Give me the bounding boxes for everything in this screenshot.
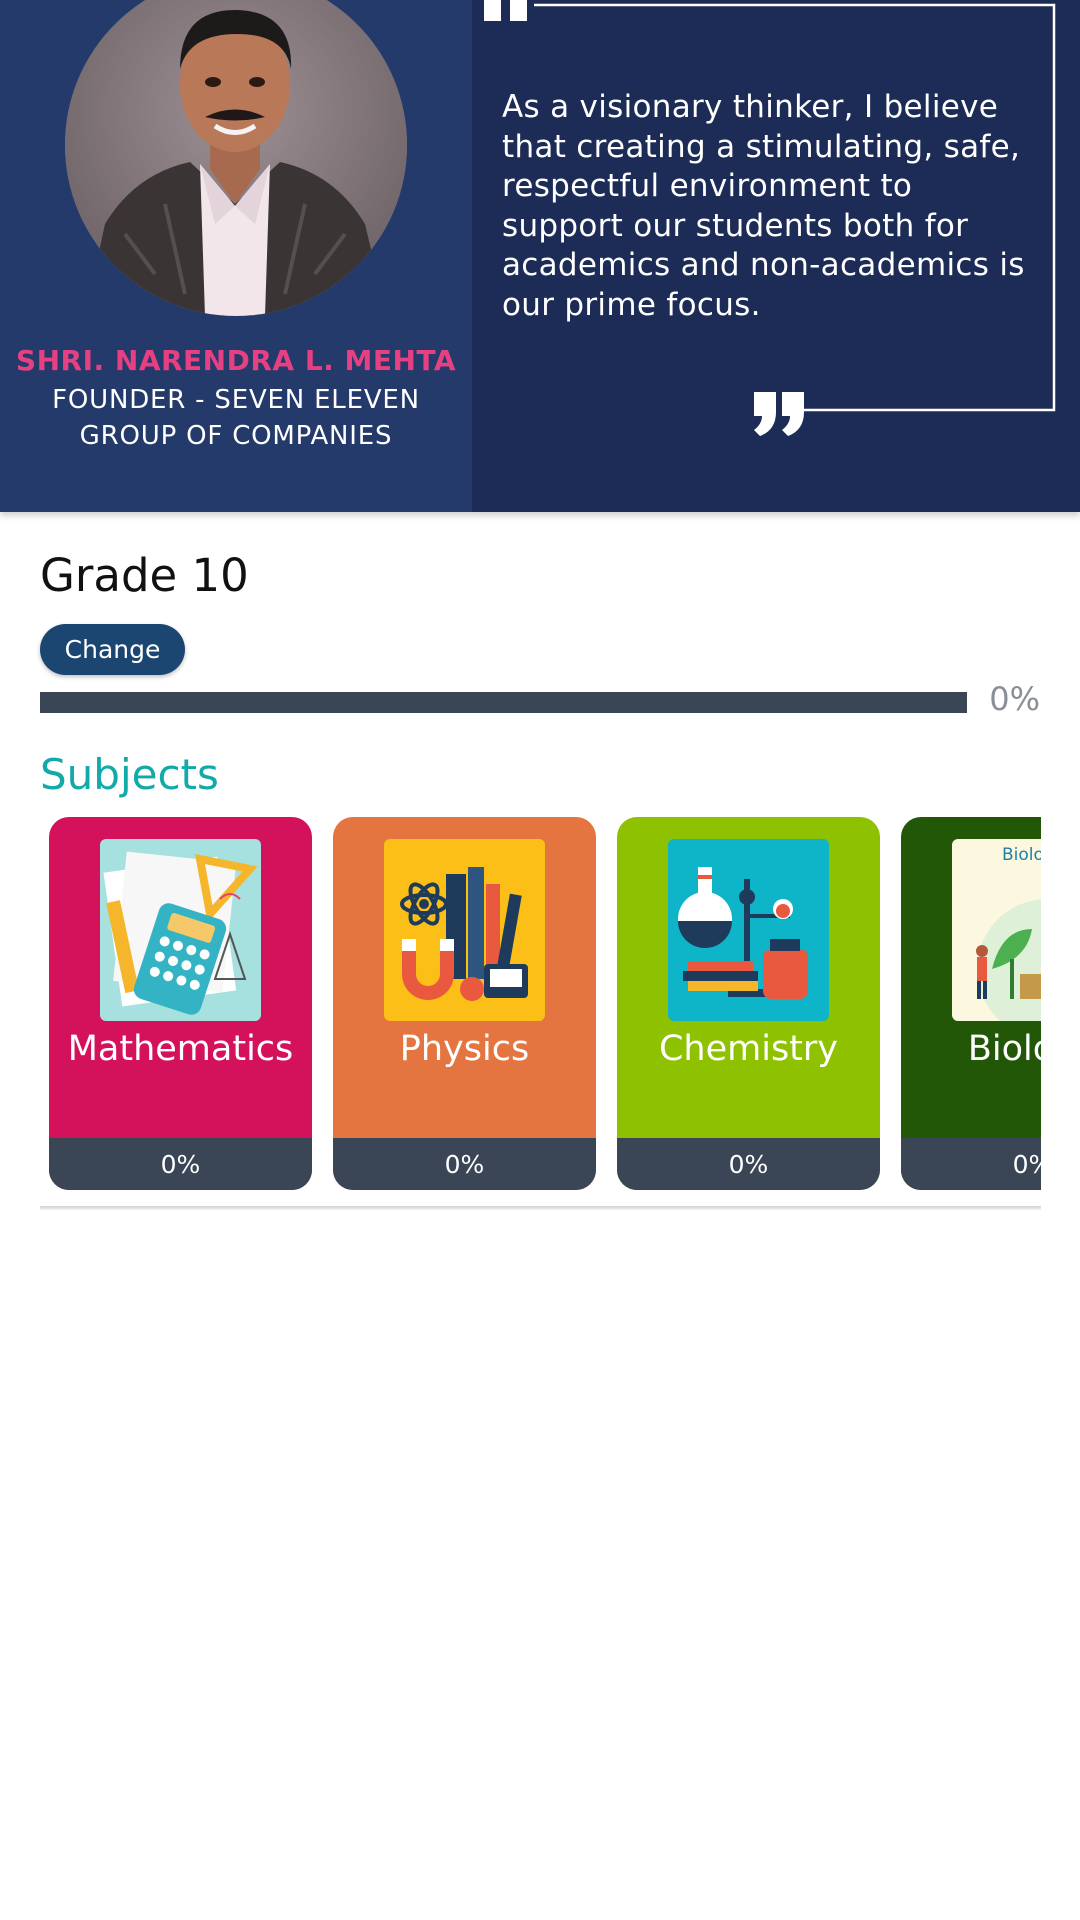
- grade-title: Grade 10: [40, 549, 249, 602]
- grade-progress-label: 0%: [989, 680, 1040, 718]
- carousel-divider: [40, 1206, 1041, 1210]
- calculator-icon: [100, 839, 261, 1021]
- subject-progress: 0%: [333, 1138, 596, 1190]
- subject-name: Biology: [967, 1029, 1041, 1069]
- subjects-heading: Subjects: [40, 750, 219, 799]
- open-quote-icon: [484, 0, 527, 21]
- founder-panel: SHRI. NARENDRA L. MEHTA FOUNDER - SEVEN …: [0, 0, 472, 512]
- founder-banner: SHRI. NARENDRA L. MEHTA FOUNDER - SEVEN …: [0, 0, 1080, 512]
- founder-title: FOUNDER - SEVEN ELEVEN GROUP OF COMPANIE…: [0, 382, 472, 454]
- flask-icon: [668, 839, 829, 1021]
- subject-progress: 0%: [617, 1138, 880, 1190]
- change-grade-button[interactable]: Change: [40, 624, 185, 675]
- subject-progress: 0%: [901, 1138, 1041, 1190]
- subject-card-chemistry[interactable]: Chemistry 0%: [617, 817, 880, 1190]
- founder-name: SHRI. NARENDRA L. MEHTA: [15, 344, 457, 377]
- subject-card-biology[interactable]: Biology Biology 0%: [901, 817, 1041, 1190]
- founder-title-line-2: GROUP OF COMPANIES: [79, 421, 393, 451]
- subject-name: Chemistry: [658, 1029, 839, 1069]
- subject-name: Physics: [399, 1029, 530, 1069]
- subject-name: Mathematics: [67, 1029, 294, 1069]
- grade-progress-fill: [40, 692, 967, 713]
- subject-progress: 0%: [49, 1138, 312, 1190]
- plant-icon: Biology: [952, 839, 1041, 1021]
- subjects-carousel[interactable]: Mathematics 0% Physics 0% Chemistry 0% B…: [40, 812, 1041, 1196]
- atom-magnet-icon: [384, 839, 545, 1021]
- founder-title-line-1: FOUNDER - SEVEN ELEVEN: [52, 385, 420, 415]
- subject-card-mathematics[interactable]: Mathematics 0%: [49, 817, 312, 1190]
- founder-quote: As a visionary thinker, I believe that c…: [502, 89, 1025, 323]
- founder-photo: [65, 0, 407, 316]
- biology-image-caption: Biology: [1002, 845, 1041, 865]
- grade-progress-bar: [40, 692, 967, 713]
- subject-card-physics[interactable]: Physics 0%: [333, 817, 596, 1190]
- close-quote-icon: [754, 392, 804, 436]
